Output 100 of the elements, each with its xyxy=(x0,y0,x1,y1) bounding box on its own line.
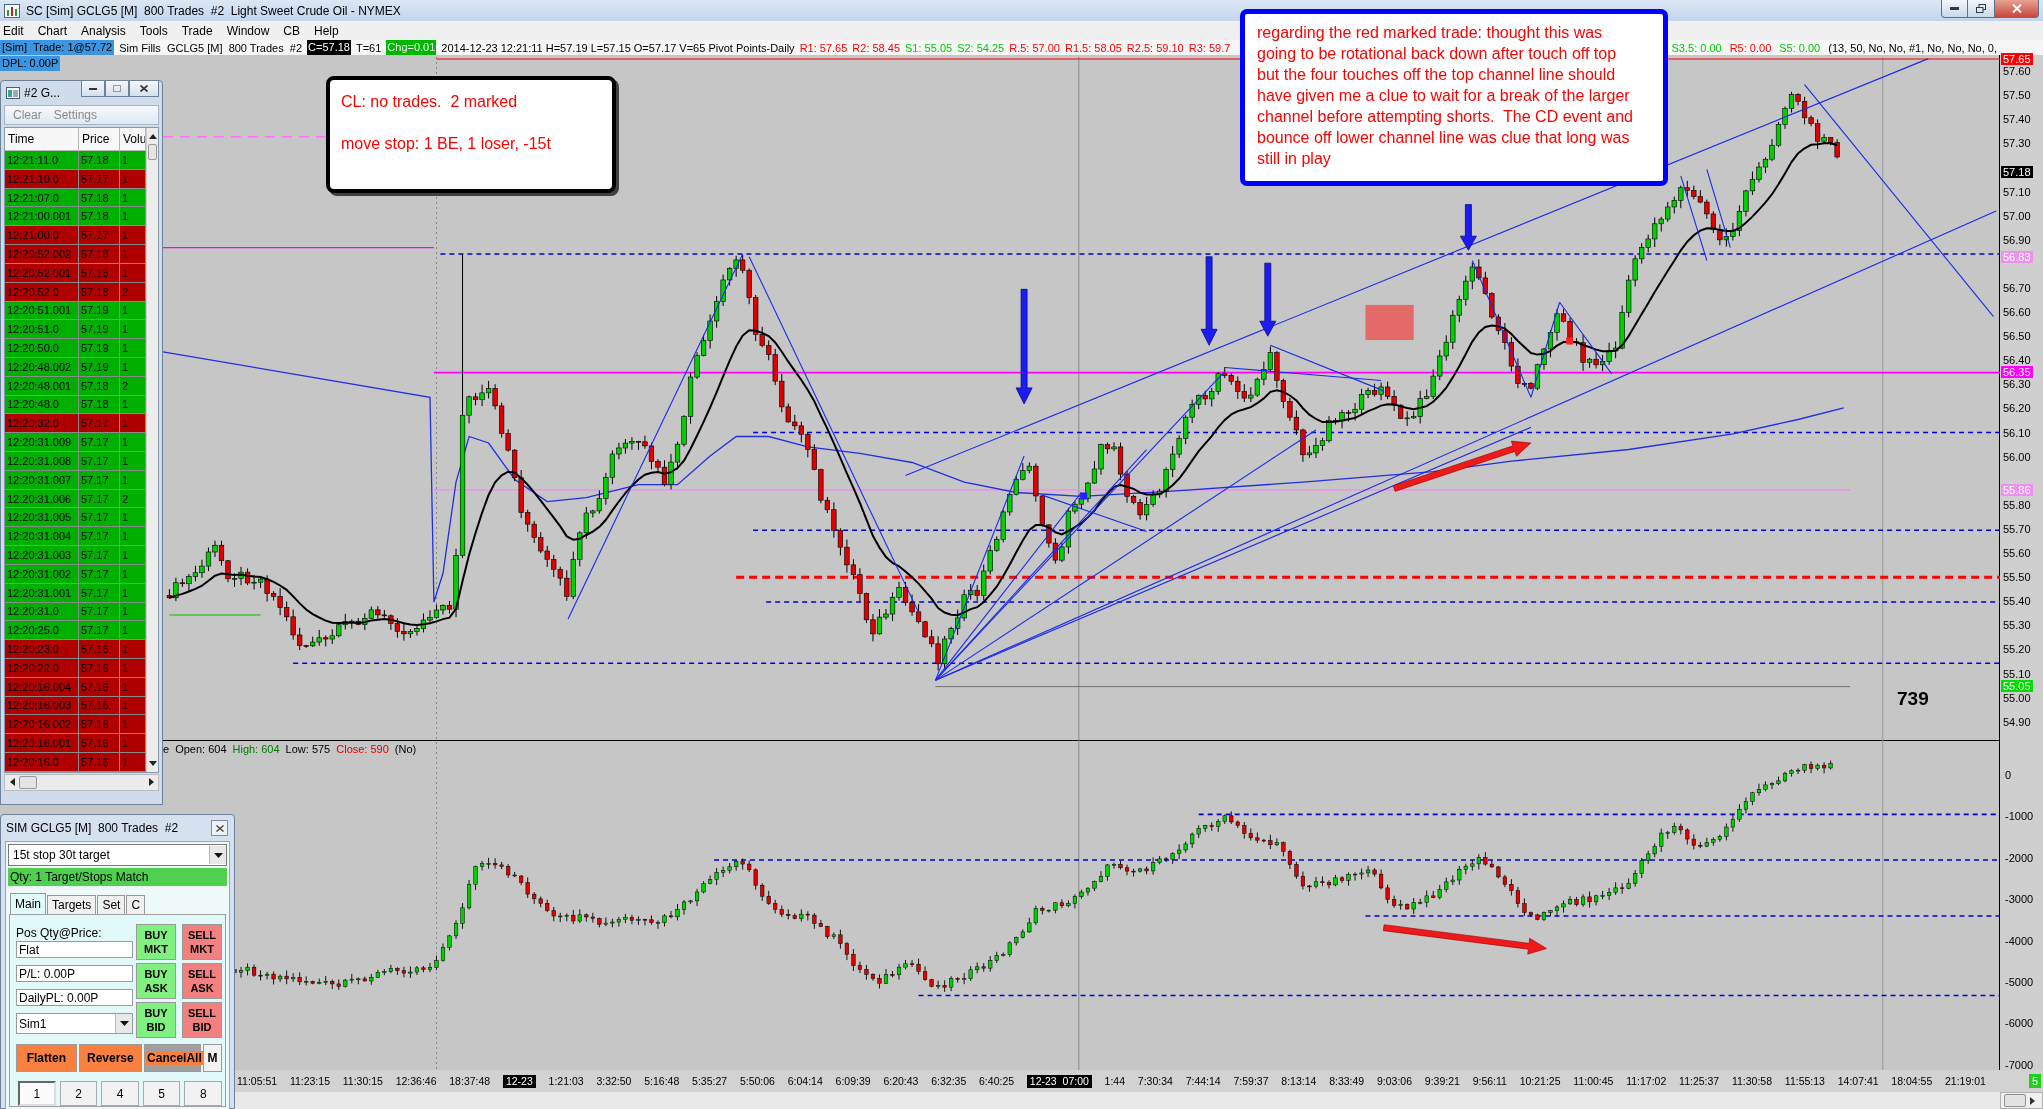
table-cell: 12:20:52.0 xyxy=(5,282,79,302)
quantity-button[interactable]: 1 xyxy=(18,1081,56,1106)
pivot-value: S2: 54.25 xyxy=(957,41,1005,54)
quantity-button[interactable]: 5 xyxy=(142,1081,181,1106)
close-button[interactable] xyxy=(1995,0,2039,18)
account-dropdown[interactable]: Sim1 xyxy=(16,1013,133,1034)
axis-label: 55.10 xyxy=(2003,667,2031,680)
time-label: 18:04:55 xyxy=(1891,1074,1933,1088)
table-cell: 12:20:31.002 xyxy=(5,564,79,584)
menu-item[interactable]: Tools xyxy=(132,23,175,38)
quantity-button[interactable]: 8 xyxy=(184,1081,222,1106)
axis-label: -1000 xyxy=(2005,810,2034,823)
minimize-button[interactable] xyxy=(1941,0,1968,18)
time-label: 11:55:13 xyxy=(1784,1074,1825,1088)
counter-badge: 5 xyxy=(2028,1074,2041,1088)
menu-item[interactable]: Window xyxy=(219,23,277,38)
axis-label: 57.40 xyxy=(2003,113,2031,126)
pivot-value: R.5: 57.00 xyxy=(1009,41,1060,54)
tab[interactable]: Set xyxy=(97,895,126,914)
axis-label: 54.90 xyxy=(2003,715,2031,728)
pivot-value: R2: 58.45 xyxy=(852,41,901,54)
axis-label: 57.50 xyxy=(2003,89,2031,102)
caret-down-icon xyxy=(148,761,157,767)
menu-item[interactable]: Help xyxy=(307,23,346,38)
time-label: 14:07:41 xyxy=(1837,1074,1879,1088)
scroll-thumb[interactable] xyxy=(148,144,157,160)
time-label: 7:30:34 xyxy=(1137,1074,1173,1088)
pivot-value: R5: 0.00 xyxy=(1729,41,1772,54)
menu-item[interactable]: CB xyxy=(276,23,307,38)
time-label: 1:44 xyxy=(1104,1074,1126,1088)
bar-count-text: 739 xyxy=(1897,688,1929,710)
action-button[interactable]: Flatten xyxy=(16,1044,77,1072)
menu-item[interactable]: Analysis xyxy=(74,23,133,38)
menu-item[interactable]: Trade xyxy=(174,23,220,38)
scroll-thumb[interactable] xyxy=(2004,1094,2026,1107)
table-cell: 12:20:48.001 xyxy=(5,376,79,396)
bar-stats-text: 2014-12-23 12:21:11 H=57.19 L=57.15 O=57.17 V=65 Pivot Points-Daily xyxy=(441,41,795,54)
table-cell: 12:20:52.001 xyxy=(5,263,79,283)
time-label: 21:19:01 xyxy=(1945,1074,1986,1088)
order-button[interactable]: BUY MKT xyxy=(136,924,176,960)
axis-label: 56.00 xyxy=(2003,450,2031,463)
time-label: 6:32:35 xyxy=(931,1074,967,1088)
tick-count: T=61 xyxy=(355,41,382,54)
time-label: 5:35:27 xyxy=(692,1074,728,1088)
price-marker: 56.83 xyxy=(2001,250,2033,263)
table-cell: 57.17 xyxy=(79,452,120,471)
axis-label: 55.80 xyxy=(2003,498,2031,511)
tab[interactable]: Targets xyxy=(47,895,97,914)
time-label: 5:50:06 xyxy=(739,1074,775,1088)
quantity-button[interactable]: 2 xyxy=(59,1081,98,1106)
tab[interactable]: Main xyxy=(10,893,46,914)
quantity-button[interactable]: 4 xyxy=(101,1081,139,1106)
scrollbar[interactable] xyxy=(2000,1092,2043,1109)
time-label: 9:03:06 xyxy=(1376,1074,1412,1088)
order-button[interactable]: SELL BID xyxy=(182,1002,222,1038)
daily-pl-field[interactable]: DailyPL: 0.00P xyxy=(16,989,133,1006)
order-button[interactable]: BUY ASK xyxy=(136,963,176,999)
table-cell: 12:21:10.0 xyxy=(5,169,79,189)
strategy-dropdown[interactable]: 15t stop 30t target xyxy=(8,844,227,866)
time-label: 6:40:25 xyxy=(979,1074,1015,1088)
restore-button[interactable] xyxy=(1968,0,1995,18)
table-cell: 57.16 xyxy=(79,640,120,659)
profit-loss-field[interactable]: P/L: 0.00P xyxy=(16,965,133,982)
time-label: 11:17:02 xyxy=(1626,1074,1667,1088)
action-button[interactable]: M xyxy=(203,1044,222,1072)
scrollbar[interactable] xyxy=(146,128,158,772)
time-label: 9:39:21 xyxy=(1424,1074,1460,1088)
note-text: CL: no trades. 2 marked xyxy=(341,92,519,111)
daily-pl-badge: DPL: 0.00P xyxy=(0,56,61,71)
field-label: Pos Qty@Price: xyxy=(16,927,103,940)
position-field[interactable]: Flat xyxy=(16,941,133,958)
table-cell: 57.17 xyxy=(79,564,120,584)
scroll-thumb[interactable] xyxy=(19,775,37,789)
order-button[interactable]: SELL ASK xyxy=(182,963,222,999)
order-button[interactable]: BUY BID xyxy=(136,1002,176,1038)
table-cell: 12:20:31.003 xyxy=(5,546,79,565)
date-label: 12-23 07:00 xyxy=(1026,1074,1092,1088)
tab[interactable]: C xyxy=(126,895,146,914)
date-label: 12-23 xyxy=(502,1074,536,1088)
action-button[interactable]: Reverse xyxy=(78,1044,143,1072)
axis-label: 56.20 xyxy=(2003,402,2031,415)
pivot-value: S3.5: 0.00 xyxy=(1671,41,1722,54)
scrollbar[interactable] xyxy=(4,773,159,791)
table-cell: 57.16 xyxy=(79,658,120,678)
action-button[interactable]: CancelAll xyxy=(144,1044,202,1072)
close-button[interactable] xyxy=(129,81,159,97)
order-button[interactable]: SELL MKT xyxy=(182,924,222,960)
chart-icon xyxy=(4,3,20,18)
menu-item[interactable]: Chart xyxy=(30,23,75,38)
time-label: 11:30:58 xyxy=(1731,1074,1773,1088)
table-cell: 12:20:52.002 xyxy=(5,245,79,264)
menu-item[interactable]: Edit xyxy=(0,23,31,38)
table-cell: 12:20:31.007 xyxy=(5,470,79,490)
maximize-button[interactable] xyxy=(105,81,129,97)
minimize-button[interactable] xyxy=(81,81,105,97)
maximize-icon xyxy=(113,85,121,92)
table-cell: 12:20:23.0 xyxy=(5,640,79,659)
table-cell: 12:20:16.0 xyxy=(5,753,79,772)
axis-label: -4000 xyxy=(2005,934,2034,947)
price-marker: 55.86 xyxy=(2001,484,2033,497)
